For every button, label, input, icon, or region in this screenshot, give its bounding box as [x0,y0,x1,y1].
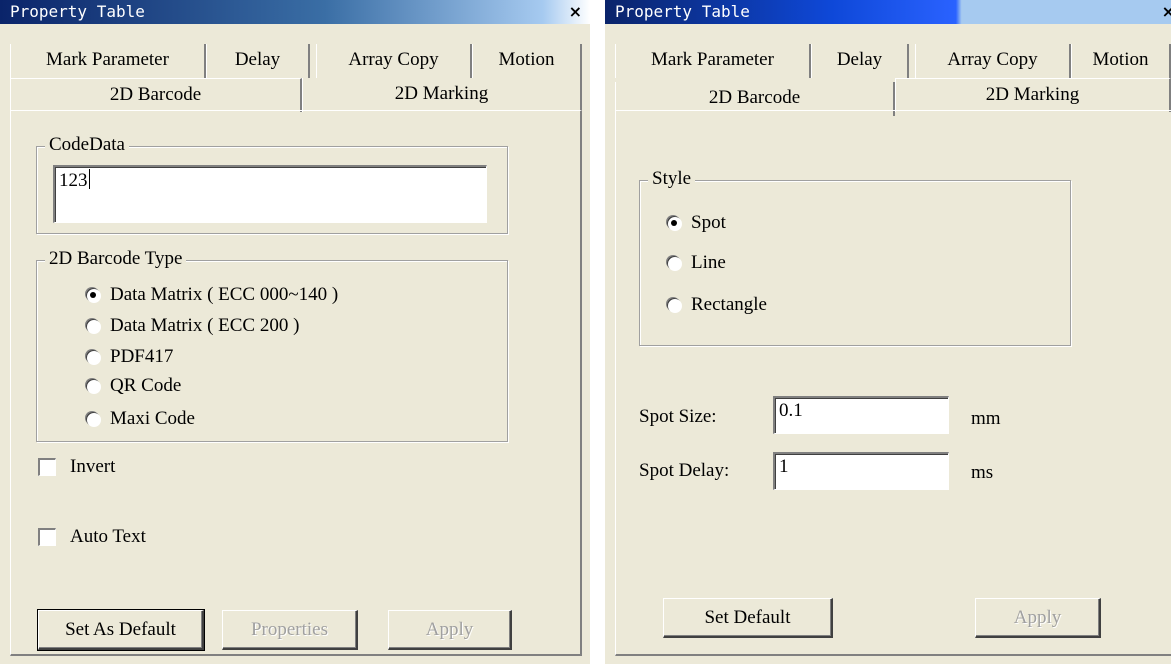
radio-button[interactable] [86,412,100,426]
property-table-panel-right: Property Table × Mark Parameter Delay Ar… [605,0,1171,664]
radio-rectangle[interactable]: Rectangle [667,294,767,316]
spot-delay-unit: ms [971,462,994,483]
tab-row-2: 2D Barcode 2D Marking [605,78,1171,116]
radio-button[interactable] [86,350,100,364]
radio-button[interactable] [667,256,681,270]
radio-spot[interactable]: Spot [667,212,726,234]
set-as-default-button[interactable]: Set As Default [37,609,205,651]
radio-qr-code[interactable]: QR Code [86,375,181,397]
radio-button-selected[interactable] [667,216,681,230]
apply-button[interactable]: Apply [388,610,512,650]
codedata-input[interactable]: 123 [53,165,487,223]
title-bar: Property Table × [605,0,1171,24]
radio-button[interactable] [86,319,100,333]
spot-size-input[interactable]: 0.1 [773,396,949,434]
radio-pdf417[interactable]: PDF417 [86,346,173,368]
set-default-button[interactable]: Set Default [663,598,833,638]
radio-data-matrix-ecc200[interactable]: Data Matrix ( ECC 200 ) [86,315,299,337]
tab-motion[interactable]: Motion [1071,44,1171,78]
radio-label: PDF417 [110,346,174,367]
properties-button[interactable]: Properties [222,610,358,650]
spot-delay-label: Spot Delay: [639,460,730,481]
tab-2d-barcode[interactable]: 2D Barcode [10,78,302,112]
invert-checkbox-row[interactable]: Invert [38,456,115,478]
radio-label: Data Matrix ( ECC 000~140 ) [110,284,339,305]
close-icon[interactable]: × [1162,0,1171,24]
spot-delay-input[interactable]: 1 [773,452,949,490]
radio-label: Data Matrix ( ECC 200 ) [110,315,300,336]
codedata-legend: CodeData [45,134,129,156]
close-icon[interactable]: × [569,0,582,24]
property-table-panel-left: Property Table × Mark Parameter Delay Ar… [0,0,590,664]
style-legend: Style [648,168,696,190]
tab-mark-parameter[interactable]: Mark Parameter [615,44,811,78]
tab-row-2: 2D Barcode 2D Marking [0,78,590,112]
tab-array-copy[interactable]: Array Copy [915,44,1071,78]
radio-data-matrix-ecc000-140[interactable]: Data Matrix ( ECC 000~140 ) [86,284,338,306]
auto-text-checkbox[interactable] [38,528,56,546]
window-title: Property Table [10,2,145,21]
window-title: Property Table [615,2,750,21]
radio-label: Maxi Code [110,408,195,429]
codedata-group: CodeData 123 [36,134,508,234]
radio-label: Line [691,252,726,273]
radio-label: Spot [691,212,726,233]
spot-size-label: Spot Size: [639,406,717,427]
invert-label: Invert [70,456,116,477]
tab-motion[interactable]: Motion [472,44,582,78]
radio-button[interactable] [667,298,681,312]
tab-2d-marking[interactable]: 2D Marking [302,78,582,112]
spot-size-unit: mm [971,408,1001,429]
tab-2d-marking[interactable]: 2D Marking [895,78,1171,112]
auto-text-label: Auto Text [70,526,146,547]
text-caret [88,169,90,189]
tab-mark-parameter[interactable]: Mark Parameter [10,44,206,78]
radio-label: QR Code [110,375,182,396]
auto-text-checkbox-row[interactable]: Auto Text [38,526,146,548]
tab-row-1: Mark Parameter Delay Array Copy Motion [0,44,590,78]
tab-row-1: Mark Parameter Delay Array Copy Motion [605,44,1171,78]
apply-button[interactable]: Apply [975,598,1101,638]
codedata-value: 123 [59,170,88,191]
radio-label: Rectangle [691,294,767,315]
invert-checkbox[interactable] [38,458,56,476]
barcode-type-legend: 2D Barcode Type [45,248,187,270]
tab-delay[interactable]: Delay [811,44,909,78]
title-bar: Property Table × [0,0,590,24]
radio-button-selected[interactable] [86,288,100,302]
tab-delay[interactable]: Delay [206,44,310,78]
radio-line[interactable]: Line [667,252,726,274]
radio-maxi-code[interactable]: Maxi Code [86,408,195,430]
radio-button[interactable] [86,379,100,393]
tab-array-copy[interactable]: Array Copy [316,44,472,78]
